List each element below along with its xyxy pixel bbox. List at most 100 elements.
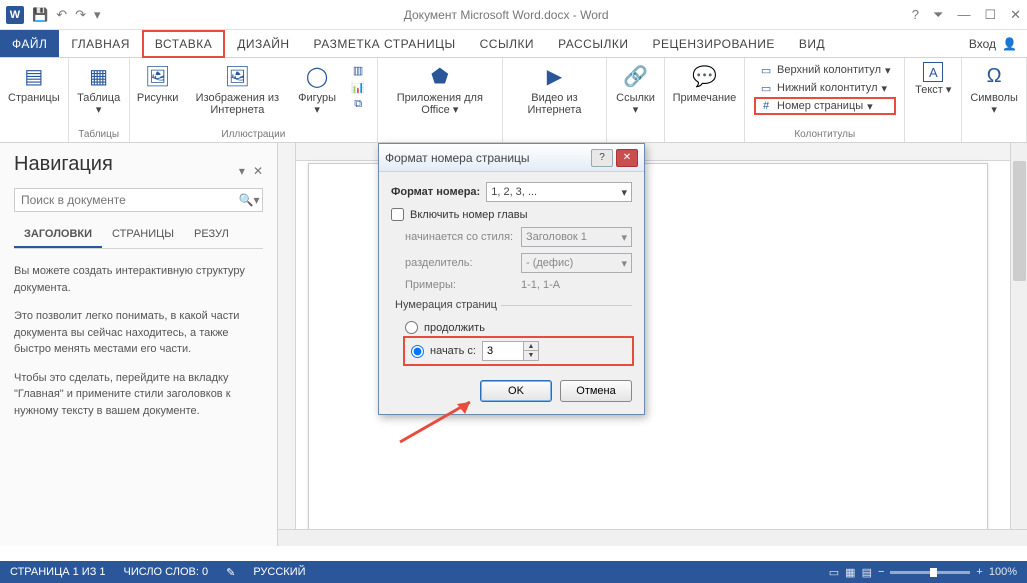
tab-file[interactable]: ФАЙЛ — [0, 30, 59, 57]
maximize-icon[interactable]: ☐ — [984, 7, 996, 23]
tab-references[interactable]: ССЫЛКИ — [468, 30, 546, 57]
table-button[interactable]: ▦ Таблица ▾ — [77, 62, 121, 116]
group-header-footer: ▭Верхний колонтитул ▾ ▭Нижний колонтитул… — [745, 58, 905, 142]
group-tables: ▦ Таблица ▾ Таблицы — [69, 58, 130, 142]
page-number-icon: # — [759, 99, 773, 113]
close-icon[interactable]: ✕ — [1010, 7, 1021, 23]
user-icon: 👤 — [1002, 37, 1017, 51]
tab-mailings[interactable]: РАССЫЛКИ — [546, 30, 640, 57]
dialog-help-icon[interactable]: ? — [591, 149, 613, 167]
screenshot-button[interactable]: ⧉ — [347, 96, 369, 112]
zoom-slider[interactable] — [890, 571, 970, 574]
status-words[interactable]: ЧИСЛО СЛОВ: 0 — [124, 566, 209, 578]
shapes-icon: ◯ — [303, 62, 331, 90]
quick-access-toolbar: 💾 ↶ ↷ ▾ — [32, 7, 101, 23]
status-page[interactable]: СТРАНИЦА 1 ИЗ 1 — [10, 566, 106, 578]
continue-radio[interactable] — [405, 321, 418, 334]
save-icon[interactable]: 💾 — [32, 7, 48, 23]
header-button[interactable]: ▭Верхний колонтитул ▾ — [755, 62, 894, 78]
login-button[interactable]: Вход 👤 — [959, 30, 1027, 57]
redo-icon[interactable]: ↷ — [75, 7, 86, 23]
group-pages: ▤ Страницы — [0, 58, 69, 142]
footer-icon: ▭ — [759, 81, 773, 95]
ok-button[interactable]: OK — [480, 380, 552, 402]
navigation-pane: Навигация ▾ ✕ 🔍 ▾ ЗАГОЛОВКИ СТРАНИЦЫ РЕЗ… — [0, 143, 278, 546]
pages-button[interactable]: ▤ Страницы — [8, 62, 60, 104]
chart-button[interactable]: 📊 — [347, 79, 369, 95]
view-print-icon[interactable]: ▦ — [845, 566, 855, 579]
ribbon-tabs: ФАЙЛ ГЛАВНАЯ ВСТАВКА ДИЗАЙН РАЗМЕТКА СТР… — [0, 30, 1027, 58]
tab-home[interactable]: ГЛАВНАЯ — [59, 30, 142, 57]
zoom-out-icon[interactable]: − — [878, 566, 884, 578]
online-pictures-button[interactable]: 🖼 Изображения из Интернета — [184, 62, 292, 116]
window-title: Документ Microsoft Word.docx - Word — [101, 8, 912, 22]
group-links: 🔗 Ссылки ▾ — [607, 58, 664, 142]
online-video-button[interactable]: ▶ Видео из Интернета — [511, 62, 599, 116]
start-at-spinner[interactable]: ▲ ▼ — [482, 341, 539, 361]
nav-tab-headings[interactable]: ЗАГОЛОВКИ — [14, 222, 102, 248]
help-icon[interactable]: ? — [912, 7, 919, 23]
numbering-legend: Нумерация страниц — [391, 299, 501, 311]
text-button[interactable]: A Текст ▾ — [913, 62, 953, 96]
ribbon: ▤ Страницы ▦ Таблица ▾ Таблицы 🖼 Рисунки… — [0, 58, 1027, 143]
footer-button[interactable]: ▭Нижний колонтитул ▾ — [755, 80, 894, 96]
tab-layout[interactable]: РАЗМЕТКА СТРАНИЦЫ — [302, 30, 468, 57]
undo-icon[interactable]: ↶ — [56, 7, 67, 23]
nav-dropdown-icon[interactable]: ▾ — [239, 164, 245, 178]
tab-design[interactable]: ДИЗАЙН — [225, 30, 301, 57]
statusbar: СТРАНИЦА 1 ИЗ 1 ЧИСЛО СЛОВ: 0 ✎ РУССКИЙ … — [0, 561, 1027, 583]
start-at-label: начать с: — [430, 345, 476, 357]
search-input[interactable] — [15, 189, 236, 211]
apps-icon: ⬟ — [426, 62, 454, 90]
dialog-titlebar[interactable]: Формат номера страницы ? ✕ — [379, 144, 644, 172]
vertical-ruler[interactable] — [278, 143, 296, 546]
apps-button[interactable]: ⬟ Приложения для Office ▾ — [386, 62, 493, 116]
page-number-format-dialog: Формат номера страницы ? ✕ Формат номера… — [378, 143, 645, 415]
zoom-level[interactable]: 100% — [989, 566, 1017, 578]
number-format-combo[interactable]: 1, 2, 3, ...▾ — [486, 182, 632, 202]
screenshot-icon: ⧉ — [351, 97, 365, 111]
comment-button[interactable]: 💬 Примечание — [673, 62, 737, 104]
status-language[interactable]: РУССКИЙ — [253, 566, 305, 578]
examples-value: 1-1, 1-A — [521, 279, 560, 291]
include-chapter-checkbox[interactable] — [391, 208, 404, 221]
pictures-button[interactable]: 🖼 Рисунки — [138, 62, 178, 104]
pages-icon: ▤ — [20, 62, 48, 90]
view-web-icon[interactable]: ▤ — [862, 566, 872, 579]
shapes-button[interactable]: ◯ Фигуры ▾ — [297, 62, 337, 116]
links-button[interactable]: 🔗 Ссылки ▾ — [615, 62, 655, 116]
nav-tab-results[interactable]: РЕЗУЛ — [184, 222, 239, 248]
dialog-close-icon[interactable]: ✕ — [616, 149, 638, 167]
spinner-up-icon[interactable]: ▲ — [524, 342, 538, 351]
nav-search: 🔍 ▾ — [14, 188, 263, 212]
view-read-icon[interactable]: ▭ — [829, 566, 839, 579]
tab-insert[interactable]: ВСТАВКА — [142, 30, 225, 58]
zoom-in-icon[interactable]: + — [976, 566, 982, 578]
tab-view[interactable]: ВИД — [787, 30, 837, 57]
number-format-label: Формат номера: — [391, 186, 480, 198]
cancel-button[interactable]: Отмена — [560, 380, 632, 402]
start-at-radio[interactable] — [411, 345, 424, 358]
symbols-icon: Ω — [980, 62, 1008, 90]
minimize-icon[interactable]: — — [957, 7, 970, 23]
continue-label: продолжить — [424, 322, 485, 334]
comment-icon: 💬 — [690, 62, 718, 90]
group-label-tables: Таблицы — [78, 129, 119, 140]
status-proofing-icon[interactable]: ✎ — [226, 566, 235, 579]
tab-review[interactable]: РЕЦЕНЗИРОВАНИЕ — [640, 30, 786, 57]
smartart-button[interactable]: ▥ — [347, 62, 369, 78]
vertical-scrollbar[interactable] — [1010, 143, 1027, 546]
text-icon: A — [923, 62, 943, 82]
nav-close-icon[interactable]: ✕ — [253, 164, 263, 178]
nav-tab-pages[interactable]: СТРАНИЦЫ — [102, 222, 184, 248]
page-number-button[interactable]: #Номер страницы ▾ — [755, 98, 894, 114]
spinner-down-icon[interactable]: ▼ — [524, 351, 538, 360]
ribbon-options-icon[interactable]: ⏷ — [933, 7, 943, 23]
start-at-input[interactable] — [483, 342, 523, 360]
video-icon: ▶ — [540, 62, 568, 90]
dialog-title: Формат номера страницы — [385, 151, 591, 165]
symbols-button[interactable]: Ω Символы ▾ — [970, 62, 1018, 116]
group-illustrations: 🖼 Рисунки 🖼 Изображения из Интернета ◯ Ф… — [130, 58, 379, 142]
search-button[interactable]: 🔍 ▾ — [236, 189, 262, 211]
horizontal-scrollbar[interactable] — [278, 529, 1027, 546]
